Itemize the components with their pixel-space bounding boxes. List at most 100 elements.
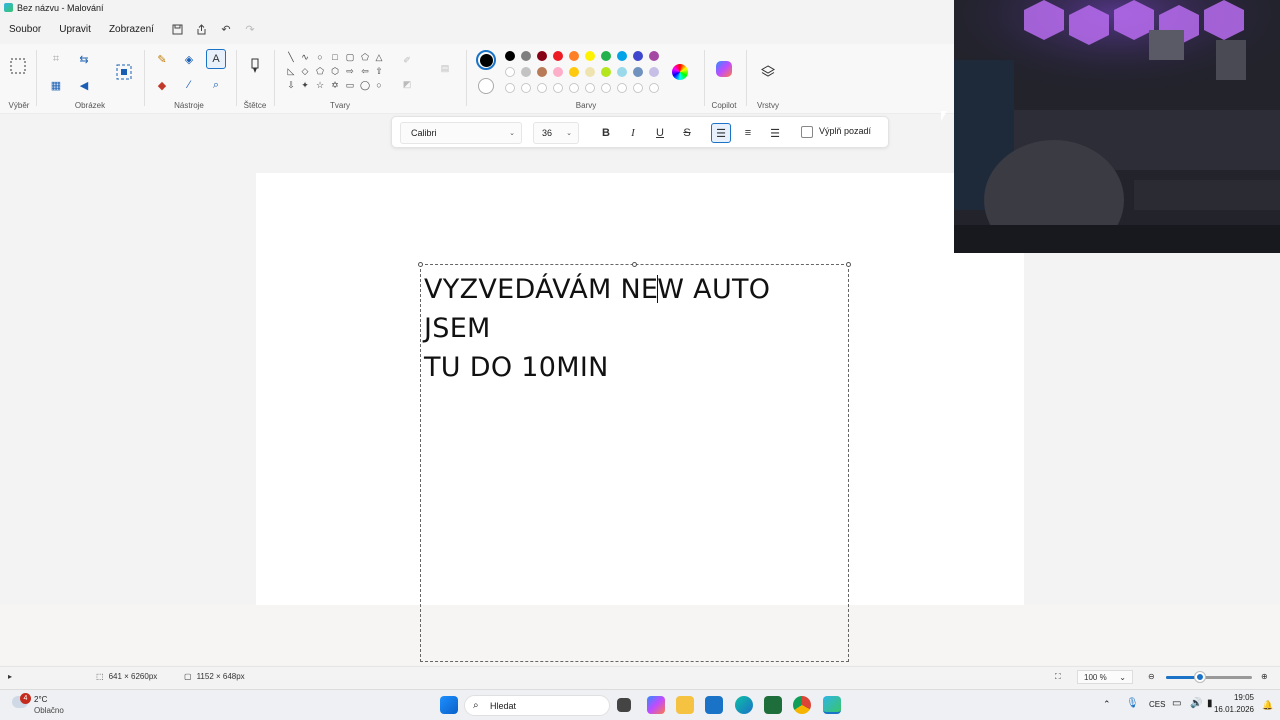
callout-rect-icon[interactable]: ▭ <box>344 79 356 91</box>
color-swatch[interactable] <box>569 51 579 61</box>
underline-button[interactable]: U <box>650 123 670 143</box>
oval-icon[interactable]: ○ <box>314 51 326 63</box>
custom-color-slot[interactable] <box>633 83 643 93</box>
save-icon[interactable] <box>169 20 187 38</box>
color-swatch[interactable] <box>585 51 595 61</box>
custom-color-slot[interactable] <box>553 83 563 93</box>
color-swatch[interactable] <box>601 51 611 61</box>
polygon-icon[interactable]: ⬠ <box>359 51 371 63</box>
menu-view[interactable]: Zobrazení <box>100 18 163 40</box>
font-size-select[interactable]: 36 ⌄ <box>533 122 579 144</box>
five-point-star-icon[interactable]: ☆ <box>314 79 326 91</box>
down-arrow-icon[interactable]: ⇩ <box>285 79 297 91</box>
select-rectangle-icon[interactable] <box>8 56 28 76</box>
color-swatch[interactable] <box>569 67 579 77</box>
shape-fill-icon[interactable]: ◩ <box>401 78 413 90</box>
zoom-slider[interactable] <box>1166 672 1252 682</box>
custom-color-slot[interactable] <box>569 83 579 93</box>
custom-color-slot[interactable] <box>585 83 595 93</box>
line-icon[interactable]: ╲ <box>285 51 297 63</box>
crop-icon[interactable]: ⌗ <box>46 49 66 69</box>
color-swatch[interactable] <box>617 51 627 61</box>
secondary-color[interactable] <box>478 78 494 94</box>
clock-date[interactable]: 16.01.2026 <box>1206 705 1254 714</box>
volume-icon[interactable]: 🔊 <box>1190 698 1202 709</box>
eraser-icon[interactable]: ◆ <box>152 75 172 95</box>
custom-color-slot[interactable] <box>617 83 627 93</box>
text-tool-icon[interactable]: A <box>206 49 226 69</box>
edit-colors-icon[interactable] <box>672 64 688 80</box>
language-indicator[interactable]: CES <box>1149 700 1165 709</box>
color-swatch[interactable] <box>649 67 659 77</box>
chevron-up-icon[interactable]: ⌃ <box>1103 699 1111 710</box>
task-view-icon[interactable] <box>617 698 631 712</box>
hexagon-icon[interactable]: ⬡ <box>329 65 341 77</box>
zoom-out-icon[interactable]: ⊖ <box>1148 672 1155 681</box>
right-triangle-icon[interactable]: ◺ <box>285 65 297 77</box>
rounded-rectangle-icon[interactable]: ▢ <box>344 51 356 63</box>
menu-file[interactable]: Soubor <box>0 18 50 40</box>
up-arrow-icon[interactable]: ⇧ <box>373 65 385 77</box>
custom-color-slot[interactable] <box>601 83 611 93</box>
notifications-icon[interactable]: 🔔 <box>1262 700 1273 711</box>
right-arrow-icon[interactable]: ⇨ <box>344 65 356 77</box>
search-box[interactable]: ⌕ Hledat <box>464 695 610 716</box>
align-center-button[interactable]: ≡ <box>738 123 758 143</box>
color-swatch[interactable] <box>617 67 627 77</box>
copilot-taskbar-icon[interactable] <box>647 696 665 714</box>
redo-icon[interactable]: ↷ <box>241 20 259 38</box>
pencil-icon[interactable]: ✎ <box>152 49 172 69</box>
left-arrow-icon[interactable]: ⇦ <box>359 65 371 77</box>
color-swatch[interactable] <box>553 67 563 77</box>
fit-to-window-icon[interactable]: ⛶ <box>1055 672 1061 682</box>
rotate-icon[interactable]: ◀ <box>74 75 94 95</box>
color-swatch[interactable] <box>505 51 515 61</box>
bold-button[interactable]: B <box>596 123 616 143</box>
four-point-star-icon[interactable]: ✦ <box>299 79 311 91</box>
align-left-button[interactable]: ☰ <box>711 123 731 143</box>
font-family-select[interactable]: Calibri ⌄ <box>400 122 522 144</box>
color-swatch[interactable] <box>537 67 547 77</box>
resize-handle[interactable] <box>632 262 637 267</box>
clock-time[interactable]: 19:05 <box>1214 693 1254 702</box>
zoom-in-icon[interactable]: ⊕ <box>1261 672 1268 681</box>
diamond-icon[interactable]: ◇ <box>299 65 311 77</box>
italic-button[interactable]: I <box>623 123 643 143</box>
start-button[interactable] <box>440 696 458 714</box>
custom-color-slot[interactable] <box>649 83 659 93</box>
color-swatch[interactable] <box>537 51 547 61</box>
color-swatch[interactable] <box>521 67 531 77</box>
outlook-icon[interactable] <box>705 696 723 714</box>
canvas-text[interactable]: VYZVEDÁVÁM NEW AUTO JSEM TU DO 10MIN <box>424 270 844 387</box>
chrome-icon[interactable] <box>793 696 811 714</box>
custom-color-slot[interactable] <box>537 83 547 93</box>
color-swatch[interactable] <box>601 67 611 77</box>
edge-icon[interactable] <box>735 696 753 714</box>
color-swatch[interactable] <box>585 67 595 77</box>
outline-icon[interactable]: ✐ <box>401 54 413 66</box>
color-swatch[interactable] <box>649 51 659 61</box>
layers-icon[interactable] <box>758 62 778 82</box>
excel-icon[interactable] <box>764 696 782 714</box>
fill-background-checkbox[interactable] <box>801 126 813 138</box>
color-picker-icon[interactable]: ⁄ <box>179 75 199 95</box>
color-swatch[interactable] <box>633 67 643 77</box>
color-swatch[interactable] <box>633 51 643 61</box>
callout-cloud-icon[interactable]: ○ <box>373 79 385 91</box>
shape-size-icon[interactable]: ▤ <box>437 62 453 74</box>
curve-icon[interactable]: ∿ <box>299 51 311 63</box>
image-effects-icon[interactable]: ▦ <box>46 75 66 95</box>
resize-handle[interactable] <box>418 262 423 267</box>
undo-icon[interactable]: ↶ <box>217 20 235 38</box>
brush-icon[interactable] <box>245 56 265 76</box>
fill-icon[interactable]: ◈ <box>179 49 199 69</box>
custom-color-slot[interactable] <box>505 83 515 93</box>
zoom-select[interactable]: 100 % ⌄ <box>1077 670 1133 684</box>
file-explorer-icon[interactable] <box>676 696 694 714</box>
paint-taskbar-icon[interactable] <box>823 696 841 714</box>
six-point-star-icon[interactable]: ✡ <box>329 79 341 91</box>
color-swatch[interactable] <box>553 51 563 61</box>
align-right-button[interactable]: ☰ <box>765 123 785 143</box>
resize-handle[interactable] <box>846 262 851 267</box>
color-swatch[interactable] <box>505 67 515 77</box>
